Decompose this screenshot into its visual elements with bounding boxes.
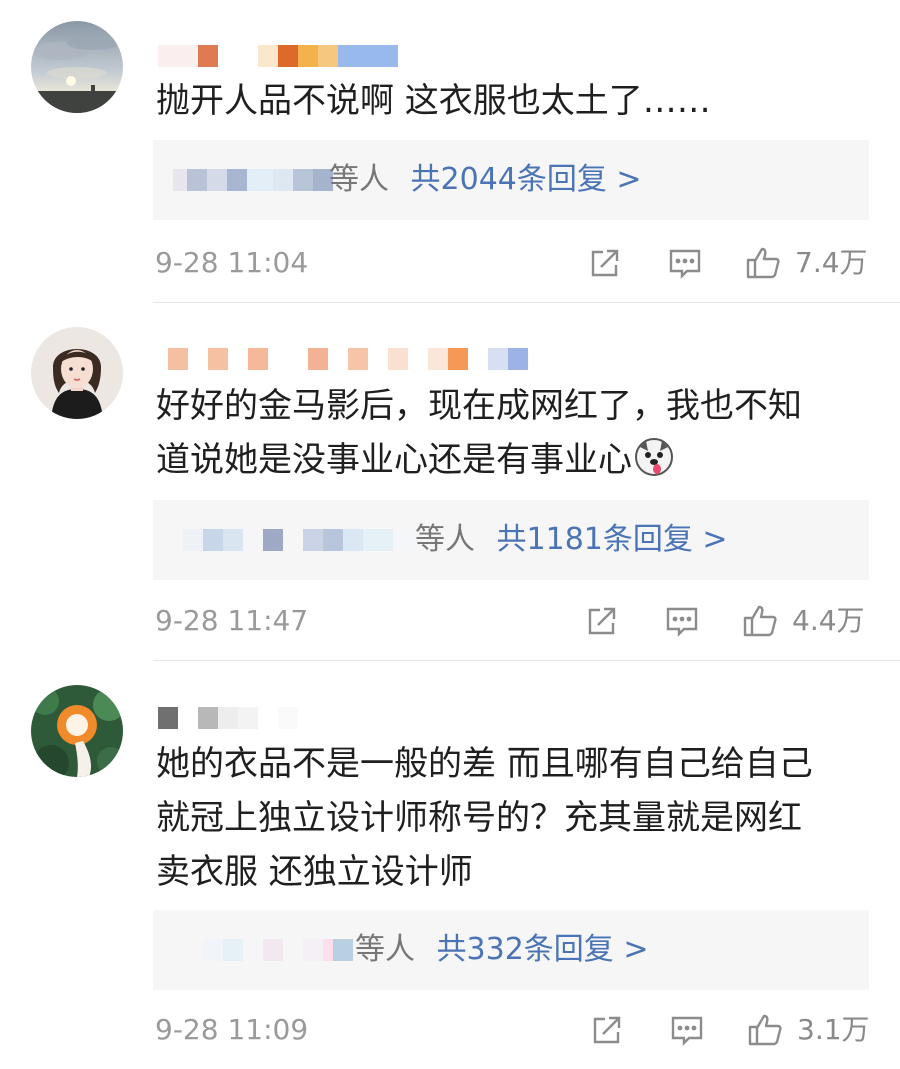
reply-users-pixelated [173, 169, 333, 191]
comment-text: 好好的金马影后，现在成网红了，我也不知 道说她是没事业心还是有事业心 [156, 379, 876, 487]
comment-text-fragment: 道说她是没事业心还是有事业心 [156, 440, 632, 480]
thumbs-up-icon[interactable] [742, 603, 778, 639]
avatar[interactable] [31, 685, 123, 777]
comment-text-line: 她的衣品不是一般的差 而且哪有自己给自己 [156, 744, 813, 784]
timestamp: 9-28 11:04 [155, 246, 309, 279]
comment-text-line: 好好的金马影后，现在成网红了，我也不知 [156, 386, 802, 426]
reply-users-suffix: 等人 [355, 932, 415, 967]
comment-icon[interactable] [664, 603, 700, 639]
comment-text-line: 就冠上独立设计师称号的？充其量就是网红 [156, 798, 802, 838]
like-count: 3.1万 [797, 1013, 870, 1046]
username-pixelated[interactable] [158, 707, 298, 729]
comment-meta: 9-28 11:09 3.1万 [155, 1010, 870, 1050]
avatar[interactable] [31, 21, 123, 113]
reply-count-link[interactable]: 共2044条回复 > [411, 162, 642, 197]
thumbs-up-icon[interactable] [747, 1012, 783, 1048]
comment-meta: 9-28 11:04 7.4万 [155, 243, 870, 283]
reply-users-suffix: 等人 [329, 162, 389, 197]
timestamp: 9-28 11:09 [155, 1013, 309, 1046]
replies-box[interactable]: 等人 共2044条回复 > [153, 140, 869, 220]
reply-summary[interactable]: 等人 共1181条回复 > [415, 500, 728, 580]
timestamp: 9-28 11:47 [155, 604, 309, 637]
comment-text-line: 抛开人品不说啊 这衣服也太土了…… [156, 81, 711, 121]
comment-text: 抛开人品不说啊 这衣服也太土了…… [156, 74, 876, 128]
replies-box[interactable]: 等人 共332条回复 > [153, 910, 869, 990]
replies-box[interactable]: 等人 共1181条回复 > [153, 500, 869, 580]
like-count: 4.4万 [792, 604, 865, 637]
share-icon[interactable] [584, 603, 620, 639]
avatar[interactable] [31, 327, 123, 419]
reply-count-link[interactable]: 共1181条回复 > [497, 522, 728, 557]
share-icon[interactable] [587, 245, 623, 281]
reply-summary[interactable]: 等人 共2044条回复 > [329, 140, 642, 220]
comment-item: 她的衣品不是一般的差 而且哪有自己给自己 就冠上独立设计师称号的？充其量就是网红… [0, 661, 900, 1069]
like-count: 7.4万 [795, 246, 868, 279]
reply-summary[interactable]: 等人 共332条回复 > [355, 910, 648, 990]
comment-text: 她的衣品不是一般的差 而且哪有自己给自己 就冠上独立设计师称号的？充其量就是网红… [156, 737, 876, 899]
comment-icon[interactable] [669, 1012, 705, 1048]
comment-item: 好好的金马影后，现在成网红了，我也不知 道说她是没事业心还是有事业心 等人 共1… [0, 303, 900, 660]
reply-count-link[interactable]: 共332条回复 > [437, 932, 649, 967]
dog-emoji-icon [634, 437, 674, 477]
comment-item: 抛开人品不说啊 这衣服也太土了…… 等人 共2044条回复 > 9-28 11:… [0, 0, 900, 302]
comment-icon[interactable] [667, 245, 703, 281]
reply-users-pixelated [203, 939, 353, 961]
share-icon[interactable] [589, 1012, 625, 1048]
comment-text-line: 卖衣服 还独立设计师 [156, 852, 473, 892]
username-pixelated[interactable] [158, 348, 528, 370]
thumbs-up-icon[interactable] [745, 245, 781, 281]
comment-text-line: 道说她是没事业心还是有事业心 [156, 433, 876, 487]
username-pixelated[interactable] [158, 45, 398, 67]
reply-users-suffix: 等人 [415, 522, 475, 557]
reply-users-pixelated [183, 529, 413, 551]
comment-meta: 9-28 11:47 4.4万 [155, 601, 870, 641]
